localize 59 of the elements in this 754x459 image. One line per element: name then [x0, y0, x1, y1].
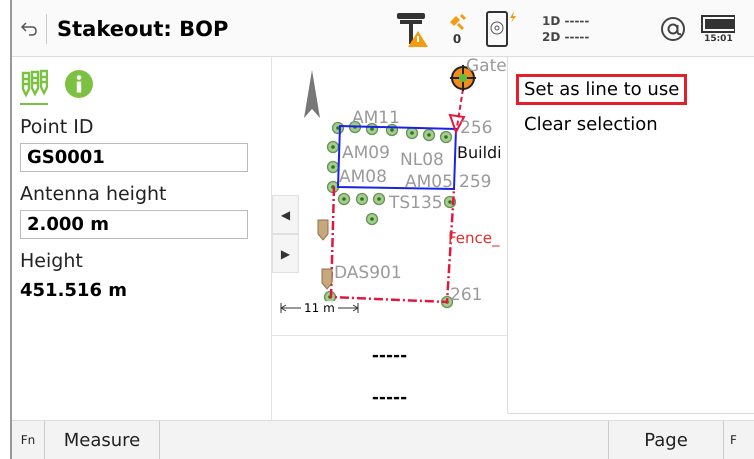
clock-time: 15:01: [704, 34, 733, 44]
survey-point[interactable]: [338, 192, 350, 206]
softkey-button[interactable]: Page: [609, 421, 724, 459]
survey-point[interactable]: [326, 140, 340, 154]
fn-key[interactable]: Fn: [12, 421, 45, 459]
input-field[interactable]: GS0001: [20, 143, 248, 172]
scale-arrow-icon: [280, 302, 302, 314]
delta-readout: -----: [372, 346, 408, 366]
survey-point[interactable]: [356, 192, 368, 206]
softkey-button[interactable]: Measure: [45, 421, 160, 459]
survey-point[interactable]: [326, 160, 340, 174]
pan-right-button[interactable]: ▶: [272, 234, 299, 273]
menu-item[interactable]: Clear selection: [516, 109, 666, 140]
map-label: 256: [460, 118, 492, 138]
survey-point[interactable]: [406, 126, 418, 140]
map-label: Fence_: [448, 229, 500, 247]
battery-icon[interactable]: [701, 14, 736, 34]
input-field[interactable]: 2.000 m: [20, 210, 248, 239]
survey-point[interactable]: [332, 122, 344, 134]
map-label: NL08: [400, 150, 444, 170]
survey-point[interactable]: [372, 192, 386, 206]
map-label: AM09: [342, 143, 390, 163]
survey-point[interactable]: [366, 122, 378, 136]
at-sign-icon[interactable]: [659, 14, 688, 42]
field-label: Point ID: [20, 116, 94, 138]
screen-title: Stakeout: BOP: [57, 16, 230, 40]
map-label: 261: [450, 285, 482, 305]
info-icon: [64, 69, 94, 99]
stakes-icon: [20, 69, 48, 99]
map-label: Gate: [466, 57, 507, 76]
marker-icon: [322, 268, 332, 290]
field-label: Height: [20, 250, 84, 272]
map-label: 259: [459, 172, 492, 192]
delta-readout: -----: [372, 388, 408, 408]
field-label: Antenna height: [20, 183, 168, 205]
pan-left-button[interactable]: ◀: [272, 195, 299, 234]
survey-point[interactable]: [326, 180, 340, 194]
map-label: TS135: [389, 193, 443, 213]
survey-point[interactable]: [440, 130, 452, 144]
survey-point[interactable]: [366, 212, 378, 226]
map-label: DAS901: [334, 263, 402, 283]
map-label: Buildi: [457, 143, 502, 162]
marker-icon: [318, 220, 328, 241]
map-label: AM11: [352, 108, 400, 128]
back-button[interactable]: [20, 14, 47, 44]
menu-item[interactable]: Set as line to use: [516, 74, 688, 105]
scale-arrow-icon: [336, 302, 359, 314]
survey-point[interactable]: [422, 128, 436, 142]
height-value: 451.516 m: [20, 280, 128, 301]
satellite-count: 0: [452, 32, 462, 46]
survey-point[interactable]: [444, 196, 456, 208]
scale-label: 11 m: [304, 301, 335, 315]
back-icon: [20, 20, 38, 38]
north-arrow-icon: [304, 70, 320, 118]
delta-1d-text: 1D -----: [542, 14, 590, 28]
delta-2d-text: 2D -----: [542, 30, 590, 44]
survey-point[interactable]: [386, 124, 398, 136]
map-label: AM05: [405, 172, 453, 192]
fn-key[interactable]: F: [724, 421, 754, 459]
